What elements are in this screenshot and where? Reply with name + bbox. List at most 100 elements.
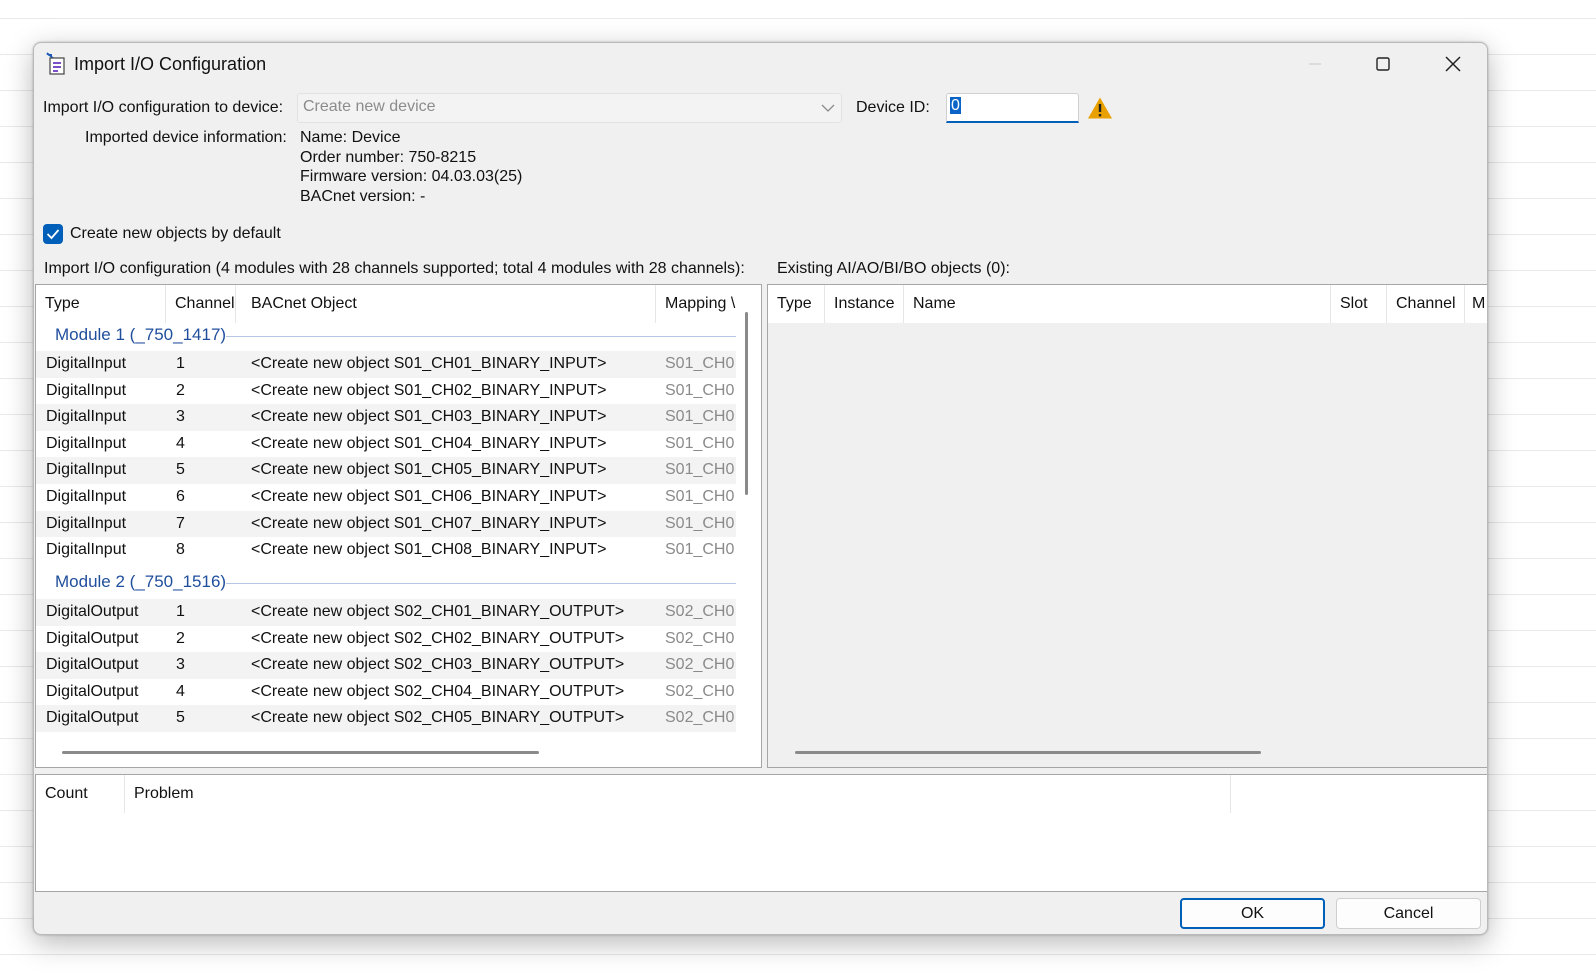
column-header-channel[interactable]: Channel xyxy=(166,285,236,323)
column-header-slot[interactable]: Slot xyxy=(1331,285,1387,323)
cell-type: DigitalInput xyxy=(46,381,127,399)
device-info: Name: Device Order number: 750-8215 Firm… xyxy=(300,128,522,206)
cell-mapping: S02_CH0 xyxy=(665,603,735,620)
horizontal-scrollbar[interactable] xyxy=(795,751,1261,754)
cell-mapping: S01_CH0 xyxy=(665,461,735,479)
import-table-caption: Import I/O configuration (4 modules with… xyxy=(44,260,745,277)
cell-bacnet-object: <Create new object S02_CH01_BINARY_OUTPU… xyxy=(251,603,625,620)
cell-bacnet-object: <Create new object S02_CH05_BINARY_OUTPU… xyxy=(251,709,625,727)
cell-bacnet-object: <Create new object S02_CH03_BINARY_OUTPU… xyxy=(251,656,625,674)
cell-mapping: S02_CH0 xyxy=(665,656,735,674)
existing-table-caption: Existing AI/AO/BI/BO objects (0): xyxy=(777,260,1010,277)
cell-mapping: S02_CH0 xyxy=(665,709,735,727)
device-info-name: Name: Device xyxy=(300,129,401,146)
cell-type: DigitalOutput xyxy=(46,629,139,647)
column-header-instance[interactable]: Instance xyxy=(825,285,904,323)
cell-channel: 5 xyxy=(176,461,185,479)
cell-type: DigitalOutput xyxy=(46,709,139,727)
column-header-m[interactable]: M xyxy=(1465,285,1487,323)
cell-type: DigitalOutput xyxy=(46,603,139,620)
group-header-module-1[interactable]: Module 1 (_750_1417) xyxy=(36,321,736,351)
create-objects-checkbox[interactable] xyxy=(43,224,63,244)
cell-type: DigitalInput xyxy=(46,408,127,426)
maximize-icon xyxy=(1376,57,1390,71)
cancel-button[interactable]: Cancel xyxy=(1336,898,1481,929)
cell-channel: 5 xyxy=(176,709,185,727)
cell-channel: 4 xyxy=(176,434,185,452)
column-header-bacnet-object[interactable]: BACnet Object xyxy=(242,285,656,323)
cell-mapping: S01_CH0 xyxy=(665,381,735,399)
table-row[interactable]: DigitalInput 1 <Create new object S01_CH… xyxy=(36,351,736,378)
cell-bacnet-object: <Create new object S01_CH04_BINARY_INPUT… xyxy=(251,434,607,452)
cell-mapping: S01_CH0 xyxy=(665,408,735,426)
table-row[interactable]: DigitalOutput 4 <Create new object S02_C… xyxy=(36,679,736,706)
minimize-button[interactable] xyxy=(1281,43,1349,85)
cell-channel: 3 xyxy=(176,656,185,674)
target-device-value: Create new device xyxy=(303,98,436,115)
cell-channel: 3 xyxy=(176,408,185,426)
table-row[interactable]: DigitalOutput 1 <Create new object S02_C… xyxy=(36,599,736,626)
device-id-input[interactable]: 0 xyxy=(946,93,1079,123)
cell-bacnet-object: <Create new object S01_CH06_BINARY_INPUT… xyxy=(251,488,607,505)
cell-channel: 6 xyxy=(176,488,185,505)
vertical-scrollbar[interactable] xyxy=(745,312,748,495)
cell-channel: 1 xyxy=(176,603,185,620)
column-header-type[interactable]: Type xyxy=(768,285,825,323)
target-device-select[interactable]: Create new device xyxy=(297,93,842,123)
cell-type: DigitalInput xyxy=(46,355,127,372)
cell-bacnet-object: <Create new object S01_CH01_BINARY_INPUT… xyxy=(251,355,607,372)
cell-channel: 8 xyxy=(176,541,185,559)
table-row[interactable]: DigitalInput 5 <Create new object S01_CH… xyxy=(36,457,736,484)
cell-type: DigitalOutput xyxy=(46,656,139,674)
table-row[interactable]: DigitalInput 3 <Create new object S01_CH… xyxy=(36,404,736,431)
cell-mapping: S01_CH0 xyxy=(665,355,735,372)
table-row[interactable]: DigitalOutput 5 <Create new object S02_C… xyxy=(36,705,736,732)
existing-objects-table: Type Instance Name Slot Channel M xyxy=(767,284,1487,768)
table-row[interactable]: DigitalInput 2 <Create new object S01_CH… xyxy=(36,378,736,405)
table-row[interactable]: DigitalInput 7 <Create new object S01_CH… xyxy=(36,510,736,538)
cell-channel: 4 xyxy=(176,682,185,700)
title-bar: Import I/O Configuration xyxy=(34,43,1487,85)
group-header-module-2[interactable]: Module 2 (_750_1516) xyxy=(36,568,736,598)
device-info-bacnet: BACnet version: - xyxy=(300,187,426,205)
horizontal-scrollbar[interactable] xyxy=(62,751,539,754)
import-config-icon xyxy=(44,52,68,76)
cell-mapping: S01_CH0 xyxy=(665,541,735,559)
ok-button[interactable]: OK xyxy=(1180,898,1325,929)
cell-type: DigitalInput xyxy=(46,488,127,505)
table-row[interactable]: DigitalInput 4 <Create new object S01_CH… xyxy=(36,431,736,458)
table-row[interactable]: DigitalInput 6 <Create new object S01_CH… xyxy=(36,484,736,511)
close-icon xyxy=(1445,56,1461,72)
cell-bacnet-object: <Create new object S01_CH02_BINARY_INPUT… xyxy=(251,381,607,399)
cell-mapping: S02_CH0 xyxy=(665,682,735,700)
column-header-type[interactable]: Type xyxy=(36,285,166,323)
column-header-count[interactable]: Count xyxy=(36,775,125,813)
table-row[interactable]: DigitalOutput 2 <Create new object S02_C… xyxy=(36,626,736,653)
cell-mapping: S01_CH0 xyxy=(665,434,735,452)
column-header-channel[interactable]: Channel xyxy=(1387,285,1465,323)
cell-bacnet-object: <Create new object S01_CH05_BINARY_INPUT… xyxy=(251,461,607,479)
column-header-problem[interactable]: Problem xyxy=(125,775,1231,813)
target-device-label: Import I/O configuration to device: xyxy=(43,99,284,116)
window-title: Import I/O Configuration xyxy=(74,54,267,74)
table-row[interactable]: DigitalInput 8 <Create new object S01_CH… xyxy=(36,537,736,564)
import-io-dialog: Import I/O Configuration Import I/O conf… xyxy=(33,42,1488,935)
cell-channel: 2 xyxy=(176,381,185,399)
cell-type: DigitalInput xyxy=(46,514,127,532)
cell-type: DigitalInput xyxy=(46,541,127,559)
checkmark-icon xyxy=(46,229,60,240)
group-divider xyxy=(226,583,736,584)
create-objects-label[interactable]: Create new objects by default xyxy=(70,225,281,243)
device-info-label: Imported device information: xyxy=(85,129,287,146)
cell-bacnet-object: <Create new object S02_CH02_BINARY_OUTPU… xyxy=(251,629,625,647)
cell-bacnet-object: <Create new object S02_CH04_BINARY_OUTPU… xyxy=(251,682,625,700)
problems-table: Count Problem xyxy=(35,774,1487,892)
column-header-mapping[interactable]: Mapping \ xyxy=(656,285,746,323)
table-row[interactable]: DigitalOutput 3 <Create new object S02_C… xyxy=(36,652,736,679)
device-id-label: Device ID: xyxy=(856,99,930,116)
cell-channel: 1 xyxy=(176,355,185,372)
group-label: Module 2 (_750_1516) xyxy=(55,572,233,592)
column-header-name[interactable]: Name xyxy=(904,285,1331,323)
maximize-button[interactable] xyxy=(1349,43,1417,85)
close-button[interactable] xyxy=(1419,43,1487,85)
